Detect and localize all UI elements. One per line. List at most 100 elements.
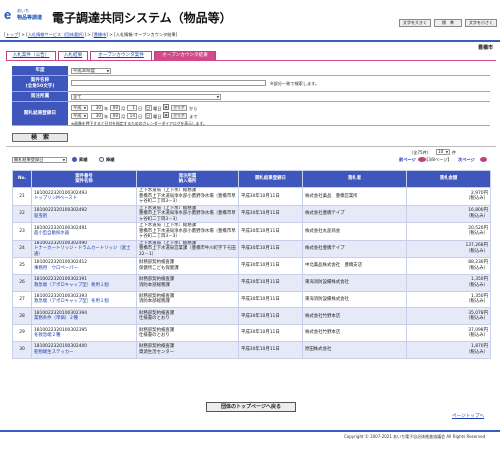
row-amount: 35,078円 （税込み） — [406, 307, 491, 326]
result-date-row: 開札結果登録日 平成 30 年 09 月 1 日 日 曜日 ▦ クリア から 平… — [12, 102, 490, 126]
fiscal-year-row: 年度 平成30年度 — [12, 66, 490, 76]
from-calendar-icon[interactable]: ▦ — [163, 104, 169, 110]
table-row: 29 1810022320100302395 冬救急端２種 財務部契約検査課 仕様書のと… — [12, 324, 491, 342]
tab-underline — [6, 60, 496, 61]
from-year-input[interactable]: 30 — [91, 105, 103, 111]
row-date: 平成30年10月11日 — [238, 273, 303, 292]
fiscal-year-select[interactable]: 平成30年度 — [71, 68, 111, 74]
delivery-place: 豊橋市上下水道局浄水部小鷹野浄水場（豊橋市草ヶ谷町二丁目3－3） — [139, 211, 236, 222]
to-year-input[interactable]: 30 — [91, 113, 103, 119]
case-name-input[interactable] — [71, 80, 266, 86]
row-dept: 上下水道局（上下水）総務課 豊橋市上下水道局浄水部小鷹野浄水場（豊橋市草ヶ谷町二丁… — [136, 204, 239, 223]
search-button[interactable]: 検 索 — [12, 133, 68, 142]
row-winner: 株式会社豊橋テイプ — [302, 239, 407, 258]
breadcrumb-top-link[interactable]: トップ — [6, 32, 19, 37]
logo[interactable]: e あいち 物品等調達 — [4, 7, 48, 27]
from-era-select[interactable]: 平成 — [71, 105, 88, 111]
delivery-place: 保健所こども保健課 — [139, 265, 179, 271]
case-name-link[interactable]: 超小型自動採水器 — [34, 231, 134, 237]
row-winner: 株式会社豊橋テイプ — [302, 204, 407, 223]
delivery-place: 消防本部総務課 — [139, 282, 170, 288]
row-case: 1810022320100302412 事務用 ウロペーパー — [31, 257, 137, 275]
to-era-select[interactable]: 平成 — [71, 113, 88, 119]
from-day-input[interactable]: 1 — [127, 105, 137, 111]
to-calendar-icon[interactable]: ▦ — [163, 112, 169, 118]
row-date: 平成30年10月11日 — [238, 324, 303, 342]
to-month-input[interactable]: 09 — [110, 113, 120, 119]
amount-tax: （税込み） — [466, 265, 488, 271]
case-name-link[interactable]: トナーカートリッジ・ドラムカートリッジ（富士通） — [34, 246, 134, 257]
font-large-button[interactable]: 文字を大きく — [399, 19, 431, 27]
row-case: 1810022320100302400 乾物端生ステッカー — [31, 340, 137, 359]
tab-bid-cases[interactable]: 入札案件（公告） — [6, 51, 56, 60]
case-name-link[interactable]: 殺虫剤 — [34, 214, 134, 220]
next-page-icon[interactable] — [480, 157, 487, 162]
desc-radio[interactable] — [99, 157, 104, 162]
next-page-link[interactable]: 次ページ — [458, 157, 475, 163]
date-hint: ※画像を押下すると日付を指定するためのカレンダーダイアログを表示します。 — [71, 120, 207, 126]
back-to-org-top-button[interactable]: 団体のトップページへ戻る — [206, 402, 296, 412]
row-dept: 上下水道局（上下水）総務課 豊橋市上下水道局営業課（豊橋市牛川町字下モ田22－1） — [136, 239, 239, 258]
organization-name: 豊橋市 — [478, 45, 494, 51]
sort-key-select[interactable]: 開札結果登録日 — [12, 157, 67, 163]
ordering-section-select[interactable]: 全て — [71, 94, 221, 100]
row-dept: 財務部契約検査課 資源生活センター — [136, 340, 239, 359]
to-day-input[interactable]: 14 — [127, 113, 137, 119]
row-dept: 財務部契約検査課 保健所こども保健課 — [136, 257, 239, 275]
case-name-link[interactable]: トップリンMベースト — [34, 196, 134, 202]
ordering-section-row: 発注所属 全て — [12, 92, 490, 102]
breadcrumb-org-select-link[interactable]: 入札情報サービス（団体選択） — [28, 32, 85, 37]
row-case: 1810022320100302491 超小型自動採水器 — [31, 222, 137, 241]
per-page-select[interactable]: 10 — [436, 149, 450, 155]
row-amount: 137,268円 （税込み） — [406, 239, 491, 258]
breadcrumb-city-link[interactable]: 豊橋市 — [94, 32, 107, 37]
row-date: 平成30年10月11日 — [238, 307, 303, 326]
total-count: （全75件） — [409, 150, 432, 155]
from-dow-display: 日 — [145, 105, 152, 111]
to-dow-suffix: 曜日 — [153, 113, 162, 119]
tab-bid-results[interactable]: 入札結果 — [58, 51, 88, 60]
footer: Copyright © 2007-2021 あいち電子自治体推進協議会 All … — [0, 424, 500, 466]
from-month-input[interactable]: 09 — [110, 105, 120, 111]
from-day-unit: 日 — [138, 105, 143, 111]
to-suffix: まで — [189, 113, 198, 119]
row-winner: 株式会社薬品 豊橋営業所 — [302, 187, 407, 206]
row-date: 平成30年10月11日 — [238, 257, 303, 275]
font-small-button[interactable]: 文字を小さく — [465, 19, 497, 27]
table-row: 28 1810022320100302394 業務条件（単価）２種 財務部契約検査課仕… — [12, 307, 491, 326]
table-header-row: No. 案件番号 案件名称 発注所属 納入場所 開札結果登録日 落札者 落札金額 — [12, 170, 491, 188]
page-top-link[interactable]: ページトップへ — [452, 413, 484, 419]
row-no: 24 — [12, 239, 32, 258]
row-no: 23 — [12, 222, 32, 241]
tab-open-counter-cases[interactable]: オープンカウンタ案件 — [90, 51, 152, 60]
from-dow-suffix: 曜日 — [153, 105, 162, 111]
amount-tax: （税込み） — [466, 231, 488, 237]
from-clear-button[interactable]: クリア — [171, 105, 187, 111]
row-date: 平成30年10月11日 — [238, 290, 303, 309]
to-clear-button[interactable]: クリア — [171, 113, 187, 119]
row-amount: 1,350円 （税込み） — [406, 273, 491, 292]
case-name-link[interactable]: 事務用 ウロペーパー — [34, 266, 134, 272]
case-name-link[interactable]: 乾物端生ステッカー — [34, 350, 134, 356]
to-year-unit: 年 — [104, 113, 109, 119]
row-no: 26 — [12, 273, 32, 292]
asc-radio[interactable] — [72, 157, 77, 162]
logo-bottom-text: 物品等調達 — [17, 15, 43, 21]
font-standard-button[interactable]: 標 準 — [434, 19, 462, 27]
row-no: 21 — [12, 187, 32, 206]
to-day-unit: 日 — [138, 113, 143, 119]
case-name-link[interactable]: 救急端（アポロキャップ型）冬用１個 — [34, 299, 134, 305]
case-name-link[interactable]: 業務条件（単価）２種 — [34, 316, 134, 322]
row-winner: 東海消防設備株式会社 — [302, 290, 407, 309]
tab-open-counter-results[interactable]: オープンカウンタ結果 — [154, 51, 216, 60]
prev-page-link[interactable]: 前ページ — [399, 157, 416, 163]
delivery-place: 豊橋市上下水道局浄水部小鷹野浄水場（豊橋市草ヶ谷町二丁目3－3） — [139, 193, 236, 205]
footer-divider — [0, 430, 500, 432]
case-name-link[interactable]: 冬救急端２種 — [34, 333, 134, 339]
row-winner: 中北薬品株式会社 豊橋支店 — [302, 257, 407, 275]
row-no: 22 — [12, 204, 32, 223]
row-no: 27 — [12, 290, 32, 309]
row-date: 平成30年10月11日 — [238, 204, 303, 223]
case-name-link[interactable]: 救急端（アポロキャップ型）要用１個 — [34, 283, 134, 289]
col-date: 開札結果登録日 — [238, 170, 303, 188]
